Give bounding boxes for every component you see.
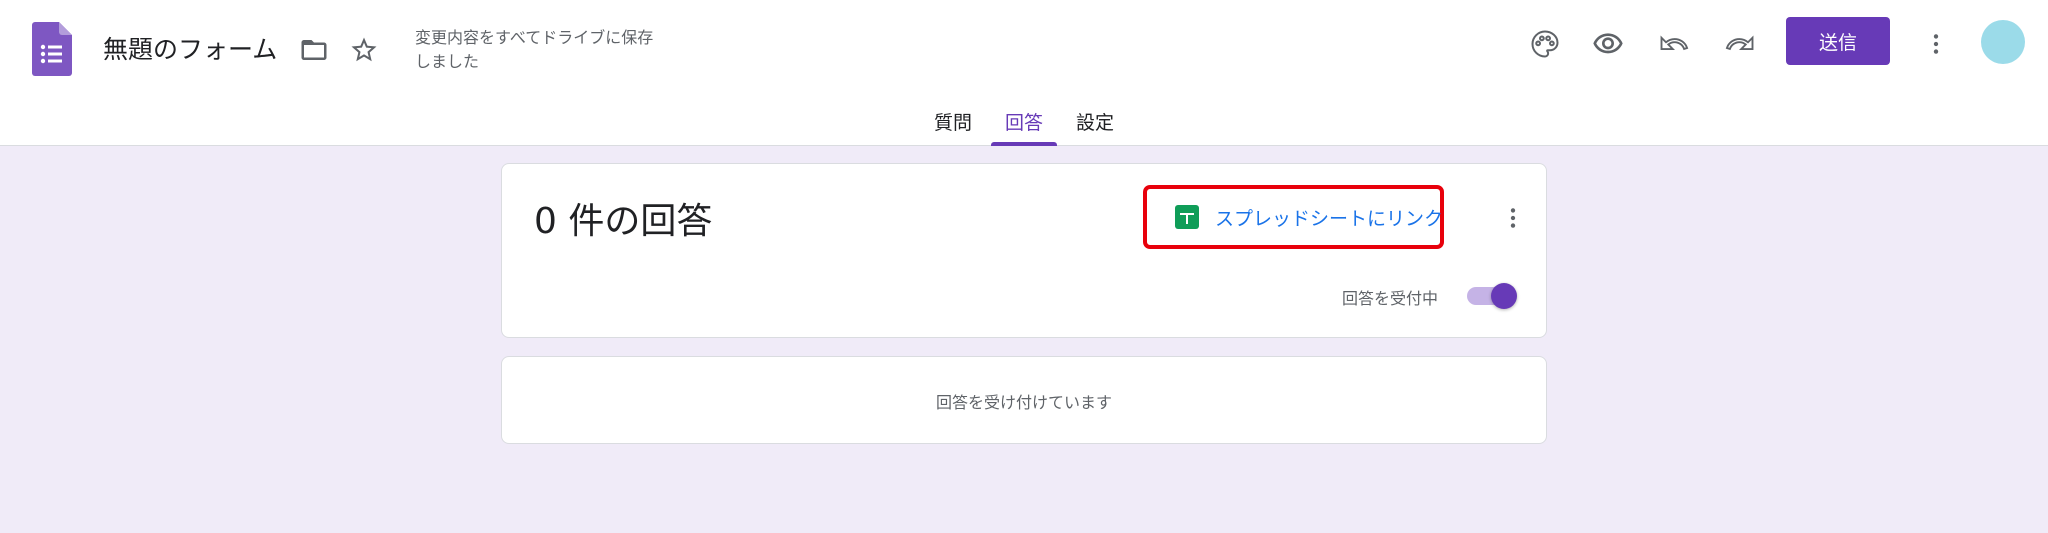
more-vert-icon[interactable] (1916, 21, 1956, 67)
folder-icon[interactable] (294, 30, 334, 70)
empty-state-message: 回答を受け付けています (935, 393, 1112, 412)
accepting-responses-toggle[interactable] (1467, 280, 1521, 312)
undo-icon[interactable] (1651, 21, 1697, 67)
tab-responses[interactable]: 回答 (1005, 108, 1043, 135)
responses-summary-card: 0 件の回答 スプレッドシートにリンク 回答を受付中 (501, 163, 1547, 338)
link-to-sheets-label: スプレッドシートにリンク (1215, 207, 1444, 230)
top-app-bar: 無題のフォーム 変更内容をすべてドライブに保存しました 送信 質問 回答 設定 (0, 0, 2048, 146)
eye-icon[interactable] (1585, 21, 1631, 67)
redo-icon[interactable] (1717, 21, 1763, 67)
save-status-text: 変更内容をすべてドライブに保存しました (415, 28, 654, 71)
tab-questions[interactable]: 質問 (934, 108, 972, 135)
tab-settings[interactable]: 設定 (1076, 108, 1114, 135)
more-vert-icon[interactable] (1497, 198, 1529, 238)
toggle-thumb (1491, 283, 1517, 309)
sheets-icon (1175, 205, 1199, 229)
send-button[interactable]: 送信 (1786, 17, 1890, 65)
accepting-responses-label: 回答を受付中 (1342, 289, 1439, 308)
link-to-sheets-button[interactable]: スプレッドシートにリンク (1143, 185, 1444, 249)
star-icon[interactable] (344, 30, 384, 70)
responses-empty-card: 回答を受け付けています (501, 356, 1547, 444)
forms-logo-icon[interactable] (32, 22, 72, 76)
palette-icon[interactable] (1522, 21, 1568, 67)
tab-bar: 質問 回答 設定 (0, 100, 2048, 146)
response-count: 0 件の回答 (534, 201, 713, 242)
avatar[interactable] (1981, 20, 2025, 64)
form-title[interactable]: 無題のフォーム (103, 30, 277, 66)
active-tab-indicator (991, 142, 1057, 146)
